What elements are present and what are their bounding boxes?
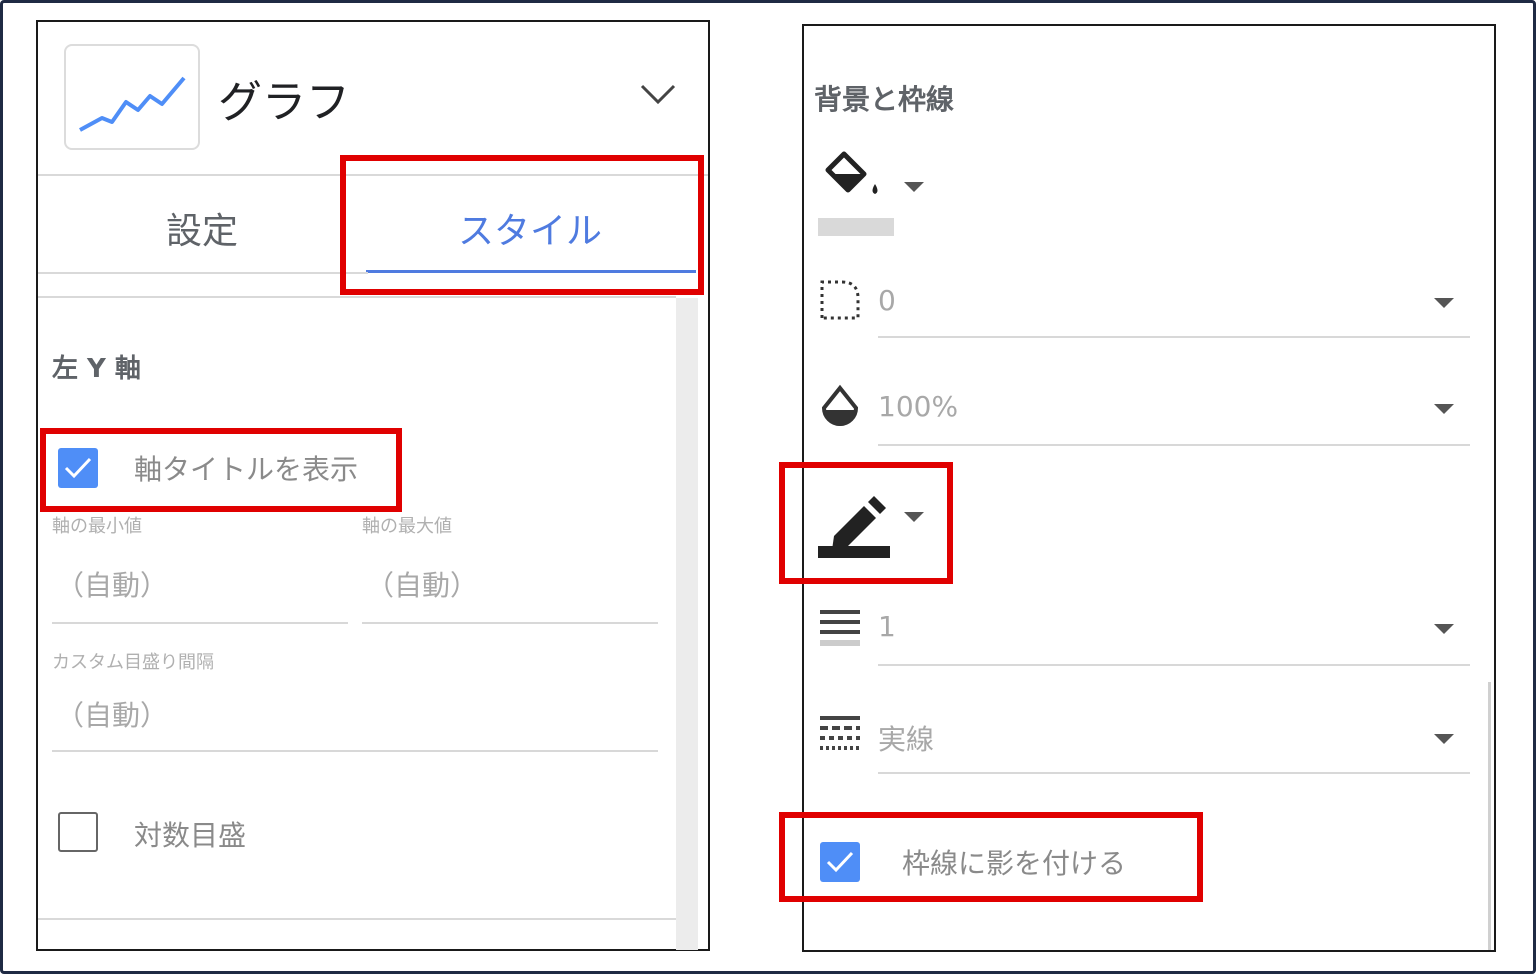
chevron-down-icon[interactable] [1434,734,1454,744]
divider [38,296,676,298]
scrollbar[interactable] [676,298,698,950]
highlight-border-shadow [779,812,1203,902]
log-scale-label: 対数目盛 [134,819,247,852]
border-style-value[interactable]: 実線 [878,718,934,758]
axis-min-field[interactable]: （自動） [56,564,168,604]
axis-min-label: 軸の最小値 [52,516,142,537]
highlight-show-axis-title [40,428,402,512]
highlight-style-tab [340,155,704,295]
border-style-icon [820,716,860,750]
section-title-background-border: 背景と枠線 [814,83,955,116]
scrollbar[interactable] [1488,682,1491,950]
fill-color-icon[interactable] [820,148,890,202]
chevron-down-icon[interactable] [638,78,678,108]
divider [38,272,368,274]
border-weight-underline [878,664,1470,666]
highlight-border-color [779,462,953,584]
axis-max-underline [362,622,658,624]
tab-settings[interactable]: 設定 [166,202,238,254]
log-scale-checkbox[interactable] [58,812,98,852]
border-style-underline [878,772,1470,774]
border-weight-icon [820,610,860,646]
section-title-left-y-axis: 左 Y 軸 [52,354,141,384]
divider [38,918,676,920]
line-chart-icon [79,76,186,132]
border-radius-underline [878,336,1470,338]
opacity-underline [878,444,1470,446]
chevron-down-icon[interactable] [1434,298,1454,308]
border-radius-value[interactable]: 0 [878,284,896,317]
opacity-icon [821,384,859,426]
opacity-value[interactable]: 100% [878,390,958,423]
chevron-down-icon[interactable] [1434,624,1454,634]
custom-tick-underline [52,750,658,752]
chevron-down-icon[interactable] [1434,404,1454,414]
chart-type-button[interactable] [64,44,200,150]
axis-max-label: 軸の最大値 [362,516,452,537]
fill-color-swatch [818,218,894,236]
custom-tick-label: カスタム目盛り間隔 [52,652,214,673]
fill-color-dropdown-arrow[interactable] [904,182,924,192]
border-weight-value[interactable]: 1 [878,610,896,643]
custom-tick-field[interactable]: （自動） [56,694,168,734]
border-radius-icon [820,280,860,320]
axis-max-field[interactable]: （自動） [366,564,478,604]
chart-type-title: グラフ [218,77,350,128]
axis-min-underline [52,622,348,624]
